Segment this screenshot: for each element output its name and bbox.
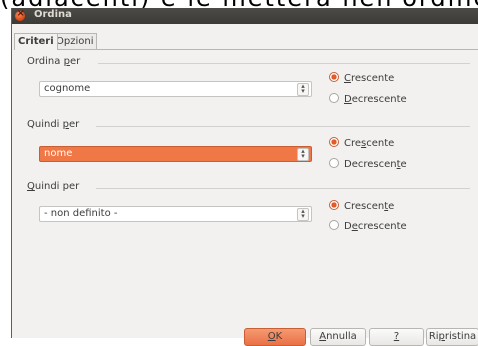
sort-key-1-select[interactable]: cognome ▴ ▾ (39, 81, 312, 97)
group-label-then-by-2: Quindi per (27, 181, 80, 192)
group-separator (98, 63, 470, 64)
sort-key-1-value: cognome (44, 83, 91, 94)
sort-key-2-value: nome (44, 148, 73, 159)
tab-opzioni[interactable]: Opzioni (52, 33, 98, 49)
descending-radio-3[interactable]: Decrescente (329, 220, 407, 232)
group-label-then-by: Quindi per (27, 119, 80, 130)
group-separator (96, 126, 470, 127)
ascending-radio-1[interactable]: Crescente (329, 72, 394, 84)
title-bar: Ordina (12, 8, 478, 24)
radio-unchecked-icon (329, 220, 339, 230)
window-title: Ordina (34, 9, 72, 20)
ascending-radio-2[interactable]: Crescente (329, 137, 394, 149)
spin-arrows-icon: ▴ ▾ (297, 208, 309, 221)
radio-checked-icon (329, 72, 339, 82)
radio-unchecked-icon (329, 158, 339, 168)
descending-radio-2[interactable]: Decrescente (329, 158, 407, 170)
radio-checked-icon (329, 200, 339, 210)
sort-key-3-select[interactable]: - non definito - ▴ ▾ (39, 206, 312, 222)
spin-arrows-icon: ▴ ▾ (297, 83, 309, 96)
sort-key-3-value: - non definito - (44, 208, 118, 219)
spin-arrows-icon: ▴ ▾ (297, 148, 309, 161)
reset-button[interactable]: Ripristina (426, 328, 478, 346)
help-button[interactable]: ? (369, 328, 424, 346)
criteria-panel: Ordina per cognome ▴ ▾ Crescente Decresce… (14, 49, 478, 324)
sort-dialog: Ordina Criteri Opzioni Ordina per cognom… (11, 8, 478, 346)
radio-checked-icon (329, 137, 339, 147)
close-icon[interactable] (15, 8, 25, 21)
tab-criteri[interactable]: Criteri (14, 33, 58, 50)
group-label-sort-by: Ordina per (27, 56, 81, 67)
group-separator (96, 188, 470, 189)
descending-radio-1[interactable]: Decrescente (329, 93, 407, 105)
sort-key-2-select[interactable]: nome ▴ ▾ (39, 146, 312, 162)
ascending-radio-3[interactable]: Crescente (329, 200, 394, 212)
ok-button[interactable]: OK (244, 328, 306, 346)
radio-unchecked-icon (329, 93, 339, 103)
cancel-button[interactable]: Annulla (310, 328, 366, 346)
